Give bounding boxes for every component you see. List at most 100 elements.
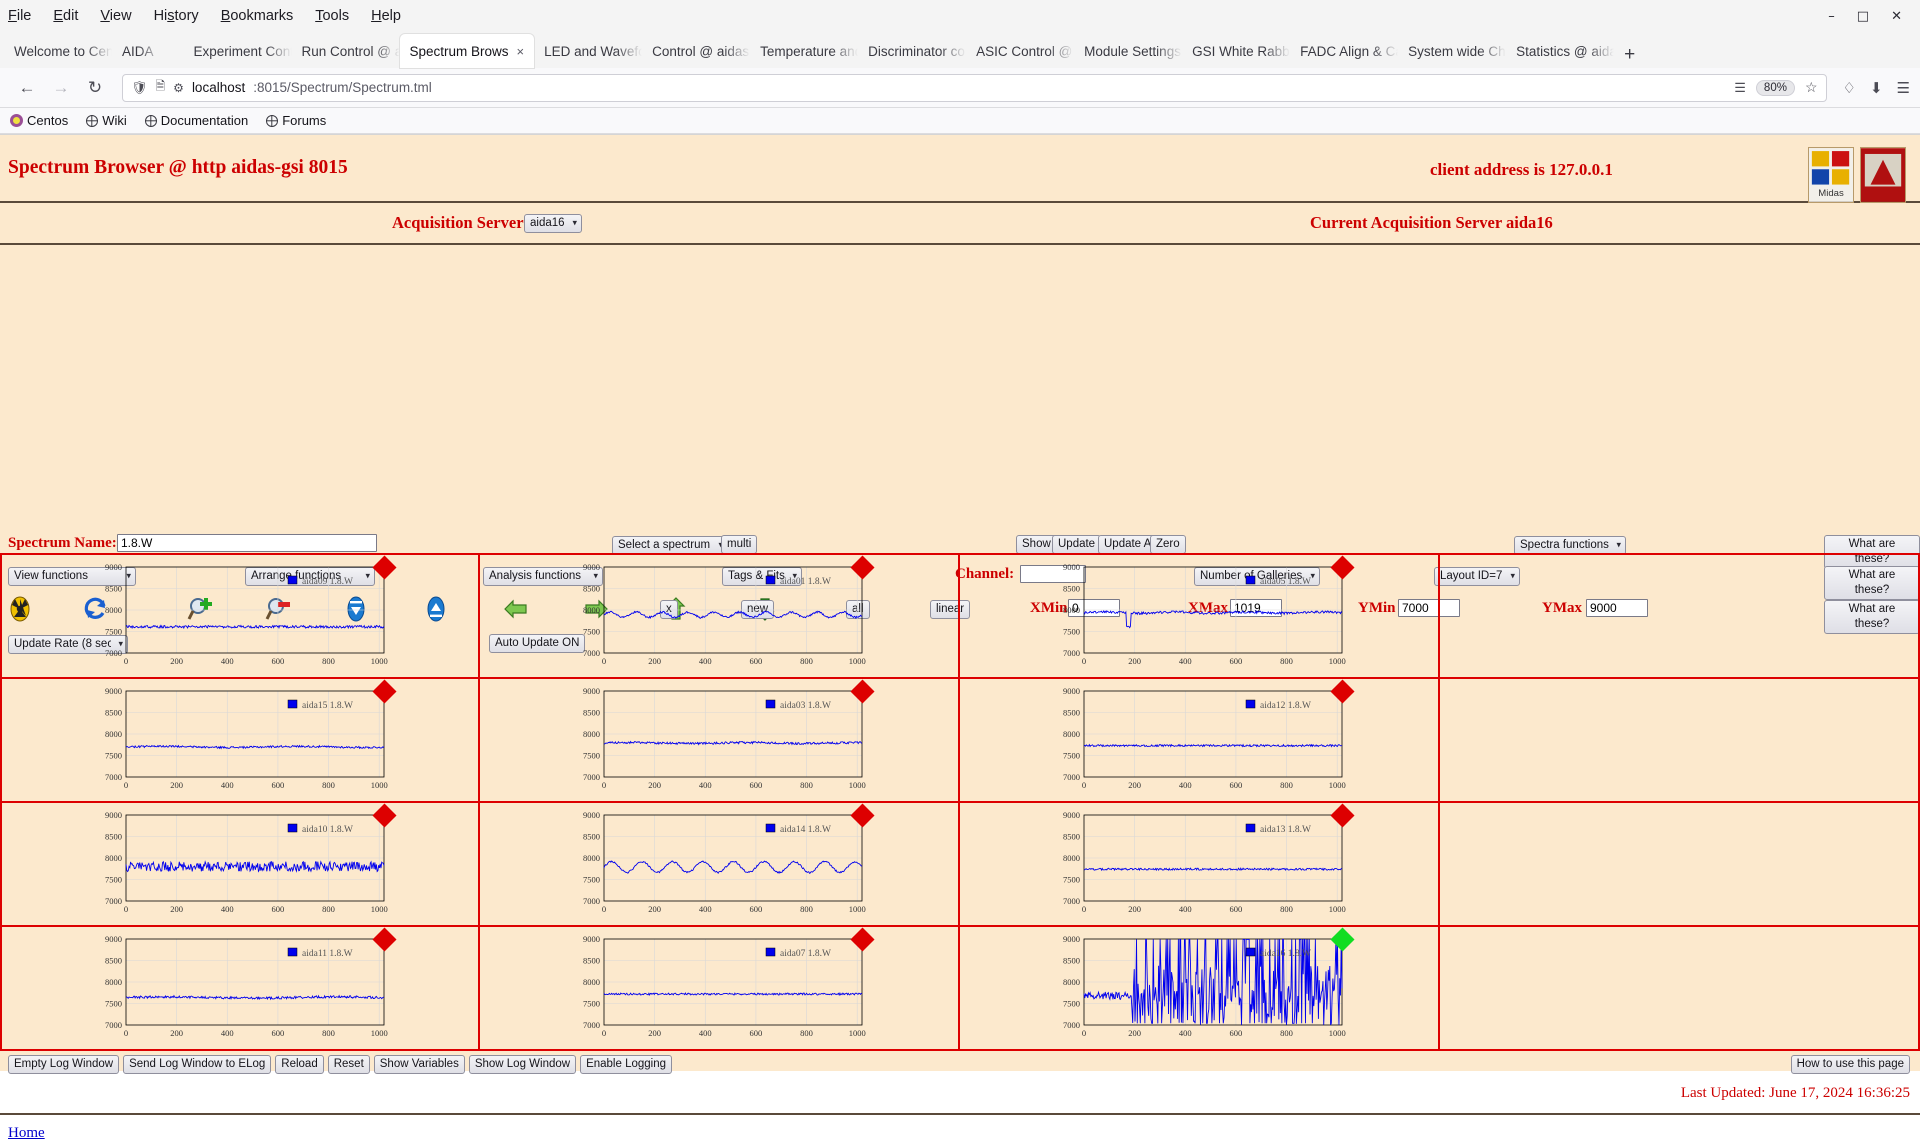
url-host: localhost	[191, 80, 246, 95]
log-button-0[interactable]: Empty Log Window	[8, 1055, 120, 1074]
browser-tab-15[interactable]: Statistics @ aida	[1506, 34, 1615, 68]
gallery-cell[interactable]: 7000 7500 8000 8500 9000 0 200 400 600 800 1000 aid…	[960, 679, 1440, 801]
spectrum-plot-aida14[interactable]: 7000 7500 8000 8500 9000 0 200 400 600 800 1000 aid…	[558, 809, 868, 917]
maximize-icon[interactable]: □	[1857, 9, 1869, 24]
downloads-icon[interactable]: ⬇	[1870, 79, 1883, 97]
gallery-cell[interactable]: 7000 7500 8000 8500 9000 0 200 400 600 800 1000 aid…	[480, 803, 960, 925]
svg-text:200: 200	[648, 780, 661, 790]
spectrum-plot-aida03[interactable]: 7000 7500 8000 8500 9000 0 200 400 600 800 1000 aid…	[558, 685, 868, 793]
menu-file[interactable]: File	[8, 8, 31, 24]
spectrum-plot-aida15[interactable]: 7000 7500 8000 8500 9000 0 200 400 600 800 1000 aid…	[80, 685, 390, 793]
spectrum-plot-aida07[interactable]: 7000 7500 8000 8500 9000 0 200 400 600 800 1000 aid…	[558, 933, 868, 1041]
update-button[interactable]: Update	[1052, 535, 1102, 554]
spectrum-plot-aida10[interactable]: 7000 7500 8000 8500 9000 0 200 400 600 800 1000 aid…	[80, 809, 390, 917]
tab-label: Run Control @ aidas	[301, 43, 400, 59]
new-tab-icon[interactable]: +	[1614, 45, 1645, 68]
browser-tab-1[interactable]: AIDA	[112, 34, 164, 68]
forward-icon[interactable]: →	[44, 73, 78, 103]
close-icon[interactable]: ✕	[1891, 9, 1902, 24]
gallery-cell[interactable]: 7000 7500 8000 8500 9000 0 200 400 600 800 1000 aid…	[480, 679, 960, 801]
gallery-cell[interactable]: 7000 7500 8000 8500 9000 0 200 400 600 800 1000 aid…	[0, 555, 480, 677]
url-bar[interactable]: 🛡 🗎 ⚙ localhost:8015/Spectrum/Spectrum.t…	[122, 73, 1827, 102]
reader-view-icon[interactable]: ☰	[1734, 80, 1746, 96]
acquisition-server-select[interactable]: aida16	[524, 214, 582, 233]
bookmark-star-icon[interactable]: ☆	[1805, 79, 1818, 96]
tab-label: ASIC Control @	[976, 43, 1073, 59]
svg-text:9000: 9000	[105, 562, 122, 572]
svg-text:800: 800	[322, 656, 335, 666]
reload-icon[interactable]: ↻	[78, 73, 112, 103]
spectrum-plot-aida13[interactable]: 7000 7500 8000 8500 9000 0 200 400 600 800 1000 aid…	[1038, 809, 1348, 917]
bookmark-centos[interactable]: Centos	[10, 113, 68, 128]
svg-text:200: 200	[648, 904, 661, 914]
browser-tab-14[interactable]: System wide Ch	[1398, 34, 1507, 68]
permissions-icon[interactable]: ⚙	[173, 81, 184, 95]
navigation-bar: ← → ↻ 🛡 🗎 ⚙ localhost:8015/Spectrum/Spec…	[0, 68, 1920, 108]
browser-tab-11[interactable]: Module Settings	[1074, 34, 1183, 68]
svg-text:400: 400	[221, 1028, 234, 1038]
gallery-cell[interactable]: 7000 7500 8000 8500 9000 0 200 400 600 800 1000 aid…	[960, 927, 1440, 1049]
menu-view[interactable]: View	[100, 8, 131, 24]
log-button-5[interactable]: Show Log Window	[468, 1055, 577, 1074]
log-button-1[interactable]: Send Log Window to ELog	[123, 1055, 272, 1074]
zoom-level-badge[interactable]: 80%	[1755, 79, 1795, 96]
gallery-cell[interactable]: 7000 7500 8000 8500 9000 0 200 400 600 800 1000 aid…	[960, 555, 1440, 677]
gallery-cell[interactable]: 7000 7500 8000 8500 9000 0 200 400 600 800 1000 aid…	[480, 927, 960, 1049]
minimize-icon[interactable]: –	[1828, 9, 1835, 24]
spectrum-plot-aida05[interactable]: 7000 7500 8000 8500 9000 0 200 400 600 800 1000 aid…	[1038, 561, 1348, 669]
log-button-2[interactable]: Reload	[275, 1055, 324, 1074]
pocket-icon[interactable]: ♢	[1843, 79, 1856, 97]
browser-tab-12[interactable]: GSI White Rabbit	[1182, 34, 1291, 68]
svg-text:800: 800	[800, 656, 813, 666]
gallery-cell[interactable]: 7000 7500 8000 8500 9000 0 200 400 600 800 1000 aid…	[960, 803, 1440, 925]
home-link[interactable]: Home	[8, 1125, 45, 1142]
tab-close-icon[interactable]: ×	[517, 44, 525, 59]
browser-tab-3[interactable]: Experiment Control	[184, 34, 292, 68]
browser-tab-8[interactable]: Temperature and	[750, 34, 859, 68]
menu-bookmarks[interactable]: Bookmarks	[221, 8, 294, 24]
app-menu-icon[interactable]: ☰	[1897, 79, 1910, 97]
bookmark-documentation[interactable]: Documentation	[144, 113, 248, 128]
globe-icon	[144, 114, 157, 127]
bookmark-wiki[interactable]: Wiki	[86, 113, 127, 128]
url-path: :8015/Spectrum/Spectrum.tml	[253, 80, 432, 95]
logo-group: Midas	[1808, 147, 1906, 203]
back-icon[interactable]: ←	[10, 73, 44, 103]
menu-tools[interactable]: Tools	[315, 8, 349, 24]
spectrum-name-input[interactable]	[117, 534, 377, 552]
how-to-use-button[interactable]: How to use this page	[1790, 1055, 1910, 1074]
svg-text:9000: 9000	[105, 686, 122, 696]
zero-button[interactable]: Zero	[1150, 535, 1186, 554]
spectrum-plot-aida09[interactable]: 7000 7500 8000 8500 9000 0 200 400 600 800 1000 aid…	[80, 561, 390, 669]
svg-text:8500: 8500	[105, 832, 122, 842]
tab-label: GSI White Rabbit	[1192, 43, 1291, 59]
browser-tab-0[interactable]: Welcome to Centos	[4, 34, 112, 68]
log-button-4[interactable]: Show Variables	[373, 1055, 465, 1074]
browser-tab-9[interactable]: Discriminator con	[858, 34, 967, 68]
browser-tab-2[interactable]	[163, 34, 184, 68]
browser-chrome: File Edit View History Bookmarks Tools H…	[0, 0, 1920, 135]
browser-tab-7[interactable]: Control @ aidas	[642, 34, 751, 68]
browser-tab-4[interactable]: Run Control @ aidas	[292, 34, 400, 68]
browser-tab-13[interactable]: FADC Align & Ca	[1290, 34, 1399, 68]
log-button-6[interactable]: Enable Logging	[580, 1055, 673, 1074]
gallery-cell[interactable]: 7000 7500 8000 8500 9000 0 200 400 600 800 1000 aid…	[0, 679, 480, 801]
spectrum-plot-aida12[interactable]: 7000 7500 8000 8500 9000 0 200 400 600 800 1000 aid…	[1038, 685, 1348, 793]
spectrum-plot-aida16[interactable]: 7000 7500 8000 8500 9000 0 200 400 600 800 1000 aid…	[1038, 933, 1348, 1041]
spectrum-plot-aida01[interactable]: 7000 7500 8000 8500 9000 0 200 400 600 800 1000 aid…	[558, 561, 868, 669]
menu-history[interactable]: History	[154, 8, 199, 24]
log-button-3[interactable]: Reset	[327, 1055, 370, 1074]
gallery-cell[interactable]: 7000 7500 8000 8500 9000 0 200 400 600 800 1000 aid…	[0, 803, 480, 925]
bookmark-forums[interactable]: Forums	[266, 113, 326, 128]
spectrum-plot-aida11[interactable]: 7000 7500 8000 8500 9000 0 200 400 600 800 1000 aid…	[80, 933, 390, 1041]
svg-text:0: 0	[602, 1028, 606, 1038]
browser-tab-6[interactable]: LED and Wavefor	[534, 34, 643, 68]
menu-help[interactable]: Help	[371, 8, 401, 24]
gallery-cell[interactable]: 7000 7500 8000 8500 9000 0 200 400 600 800 1000 aid…	[0, 927, 480, 1049]
multi-button[interactable]: multi	[721, 535, 758, 554]
browser-tab-10[interactable]: ASIC Control @	[966, 34, 1075, 68]
gallery-cell[interactable]: 7000 7500 8000 8500 9000 0 200 400 600 800 1000 aid…	[480, 555, 960, 677]
show-button[interactable]: Show	[1016, 535, 1057, 554]
browser-tab-5[interactable]: Spectrum Brows ×	[399, 34, 535, 68]
menu-edit[interactable]: Edit	[53, 8, 78, 24]
